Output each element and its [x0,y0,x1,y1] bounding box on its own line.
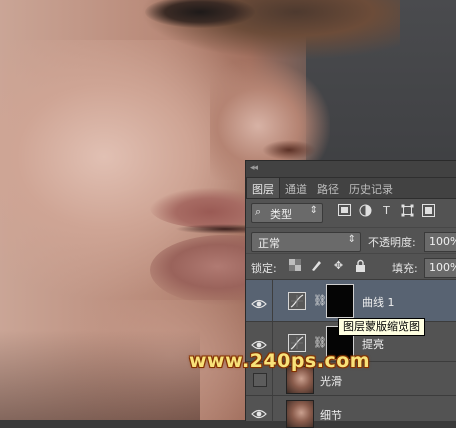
panel-grip[interactable]: ◂◂ [246,161,456,178]
lock-row: 锁定: ✥ 填充: 100% [246,253,456,280]
fill-value: 100% [429,261,456,274]
tab-history[interactable]: 历史记录 [344,178,398,198]
opacity-input[interactable]: 100% [424,232,456,252]
type-filter-icon[interactable]: T [380,204,393,218]
updown-chevron-icon: ⇕ [309,205,318,216]
opacity-label: 不透明度: [368,236,416,249]
lock-icons: ✥ [288,259,367,273]
visibility-eye-icon[interactable] [251,295,267,309]
layer-name[interactable]: 光滑 [320,373,342,389]
search-icon: ⌕ [255,205,262,218]
curves-adjustment-icon[interactable] [288,292,306,310]
lock-transparent-icon[interactable] [288,259,301,273]
blend-mode-label: 正常 [258,237,280,250]
layer-name[interactable]: 曲线 1 [362,294,395,310]
watermark: www.240ps.com [189,350,371,372]
layer-row-curves-1[interactable]: ⛓ 曲线 1 [246,279,456,322]
mask-thumbnail-tooltip: 图层蒙版缩览图 [338,318,425,336]
collapse-arrows-icon[interactable]: ◂◂ [250,163,258,173]
filter-icons: T [338,204,435,218]
chain-link-icon[interactable]: ⛓ [313,336,327,349]
lock-label: 锁定: [251,262,277,275]
layer-row-detail[interactable]: 细节 [246,395,456,428]
adjustment-filter-icon[interactable] [359,204,372,218]
tab-paths[interactable]: 路径 [312,178,344,198]
filter-kind-label: 类型 [270,208,292,221]
layer-thumbnail[interactable] [286,400,314,428]
filter-row: ⌕ 类型 ⇕ T [246,199,456,227]
tab-layers[interactable]: 图层 [246,178,280,198]
visibility-toggle-empty[interactable] [253,373,267,387]
fill-input[interactable]: 100% [424,258,456,278]
fill-label: 填充: [392,262,418,275]
photo-neck [0,330,200,420]
shape-filter-icon[interactable] [401,204,414,218]
visibility-eye-icon[interactable] [251,336,267,350]
layer-divider [272,396,273,422]
updown-chevron-icon: ⇕ [347,234,356,245]
layers-panel: ◂◂ 图层 通道 路径 历史记录 ⌕ 类型 ⇕ T 正常 ⇕ 不透明度: 100… [245,160,456,428]
blend-row: 正常 ⇕ 不透明度: 100% [246,227,456,254]
lock-all-icon[interactable] [354,259,367,273]
filter-kind-select[interactable]: ⌕ 类型 ⇕ [251,203,323,223]
layer-name[interactable]: 细节 [320,407,342,423]
image-filter-icon[interactable] [338,204,351,218]
chain-link-icon[interactable]: ⛓ [313,294,327,307]
layer-mask-thumbnail[interactable] [326,284,354,318]
smart-object-filter-icon[interactable] [422,204,435,218]
blend-mode-select[interactable]: 正常 ⇕ [251,232,361,252]
layer-divider [272,280,273,322]
photo-nostril [262,140,316,160]
tab-channels[interactable]: 通道 [280,178,312,198]
visibility-eye-icon[interactable] [251,405,267,419]
panel-tabs: 图层 通道 路径 历史记录 [246,178,456,199]
lock-image-icon[interactable] [310,259,323,273]
opacity-value: 100% [429,235,456,248]
lock-position-icon[interactable]: ✥ [332,259,345,273]
